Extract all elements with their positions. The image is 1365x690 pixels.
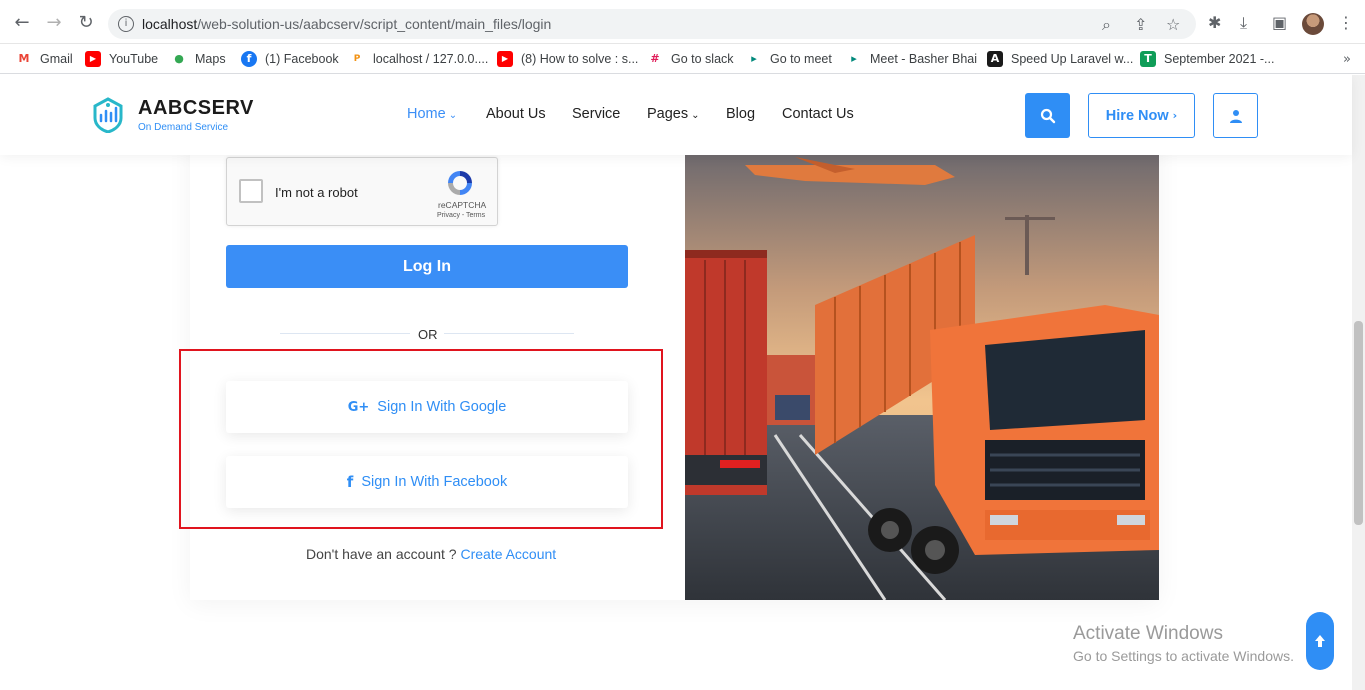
maps-icon: ● [171, 51, 187, 67]
nav-contact[interactable]: Contact Us [782, 106, 854, 122]
gmail-icon: M [16, 51, 32, 67]
bookmark-slack[interactable]: # Go to slack [647, 50, 734, 68]
scroll-to-top-button[interactable] [1306, 612, 1334, 670]
facebook-icon: f [241, 51, 257, 67]
youtube-icon: ▶ [497, 51, 513, 67]
bookmark-youtube[interactable]: ▶ YouTube [85, 50, 158, 68]
windows-activation-watermark: Activate Windows Go to Settings to activ… [1073, 623, 1294, 664]
recaptcha-brand: reCAPTCHA [438, 200, 487, 210]
or-divider-label: OR [418, 327, 438, 342]
profile-avatar[interactable] [1302, 13, 1324, 35]
create-account-prompt: Don't have an account ? Create Account [306, 546, 556, 562]
slack-icon: # [647, 51, 663, 67]
address-bar[interactable]: i localhost/web-solution-us/aabcserv/scr… [108, 9, 1196, 39]
bookmark-facebook[interactable]: f (1) Facebook [241, 50, 339, 68]
share-icon[interactable]: ⇪ [1134, 15, 1147, 34]
logo-subtitle: On Demand Service [138, 122, 229, 133]
bookmark-meet[interactable]: ▸ Go to meet [746, 50, 832, 68]
recaptcha-widget: I'm not a robot reCAPTCHA Privacy - Term… [226, 157, 498, 226]
create-account-link[interactable]: Create Account [460, 546, 556, 562]
recaptcha-links[interactable]: Privacy - Terms [437, 212, 485, 219]
chevron-down-icon: ⌄ [448, 110, 458, 121]
zoom-icon[interactable]: ⌕ [1102, 15, 1111, 35]
recaptcha-checkbox[interactable] [239, 179, 263, 203]
google-plus-icon: G+ [347, 399, 370, 415]
menu-icon[interactable]: ⋮ [1338, 13, 1354, 32]
logo-icon[interactable] [90, 97, 126, 133]
bookmark-localhost[interactable]: Plocalhost / 127.0.0.... [349, 50, 488, 68]
activate-subtitle: Go to Settings to activate Windows. [1073, 648, 1294, 664]
side-panel-icon[interactable]: ▣ [1272, 13, 1287, 32]
nav-home[interactable]: Home ⌄ [407, 106, 457, 122]
nav-pages[interactable]: Pages ⌄ [647, 106, 700, 122]
hire-now-button[interactable]: Hire Now › [1088, 93, 1195, 138]
extensions-icon[interactable]: ✱ [1208, 13, 1221, 32]
login-button[interactable]: Log In [226, 245, 628, 288]
browser-toolbar: ← → ↻ i localhost/web-solution-us/aabcse… [0, 0, 1365, 44]
bookmark-how-to-solve[interactable]: ▶ (8) How to solve : s... [497, 50, 638, 68]
search-icon [1040, 108, 1055, 123]
logo-title[interactable]: AABCSERV [138, 97, 254, 120]
site-header: AABCSERV On Demand Service Home ⌄ About U… [0, 75, 1352, 155]
back-icon[interactable]: ← [10, 10, 34, 34]
no-account-text: Don't have an account ? [306, 546, 457, 562]
more-bookmarks-icon[interactable]: » [1343, 52, 1351, 67]
bookmark-laravel[interactable]: A Speed Up Laravel w... [987, 50, 1133, 68]
sheets-icon: T [1140, 51, 1156, 67]
phpmyadmin-icon: P [349, 51, 365, 67]
web-page: AABCSERV On Demand Service Home ⌄ About U… [0, 75, 1365, 690]
bookmark-maps[interactable]: ● Maps [171, 50, 226, 68]
url-text[interactable]: localhost/web-solution-us/aabcserv/scrip… [142, 16, 551, 32]
bookmark-meet-basher[interactable]: ▸ Meet - Basher Bhai [846, 50, 977, 68]
google-signin-button[interactable]: G+ Sign In With Google [226, 381, 628, 433]
meet-icon: ▸ [846, 51, 862, 67]
meet-icon: ▸ [746, 51, 762, 67]
user-account-button[interactable] [1213, 93, 1258, 138]
chevron-down-icon: ⌄ [691, 110, 700, 121]
user-icon [1229, 109, 1242, 123]
forward-icon[interactable]: → [42, 10, 66, 34]
nav-blog[interactable]: Blog [726, 106, 755, 122]
recaptcha-logo-icon [448, 171, 472, 195]
activate-title: Activate Windows [1073, 623, 1223, 644]
facebook-signin-button[interactable]: f Sign In With Facebook [226, 456, 628, 508]
nav-service[interactable]: Service [572, 106, 620, 122]
nav-about[interactable]: About Us [486, 106, 546, 122]
laravel-icon: A [987, 51, 1003, 67]
scrollbar-thumb[interactable] [1354, 321, 1363, 525]
youtube-icon: ▶ [85, 51, 101, 67]
recaptcha-label: I'm not a robot [275, 185, 358, 200]
arrow-up-icon [1315, 635, 1325, 647]
reload-icon[interactable]: ↻ [74, 10, 98, 34]
site-info-icon[interactable]: i [118, 16, 134, 32]
bookmark-star-icon[interactable]: ☆ [1166, 15, 1180, 34]
chevron-right-icon: › [1172, 109, 1178, 122]
bookmark-sheets[interactable]: T September 2021 -... [1140, 50, 1274, 68]
truck-hero-image [685, 155, 1159, 600]
search-button[interactable] [1025, 93, 1070, 138]
facebook-icon: f [346, 473, 354, 491]
divider-left [280, 333, 410, 334]
download-icon[interactable]: ⤓ [1240, 13, 1247, 33]
divider-right [444, 333, 574, 334]
page-scrollbar[interactable] [1352, 75, 1365, 690]
bookmark-gmail[interactable]: M Gmail [16, 50, 73, 68]
bookmarks-bar: M Gmail ▶ YouTube ● Maps f (1) Facebook Ploc… [0, 44, 1365, 74]
